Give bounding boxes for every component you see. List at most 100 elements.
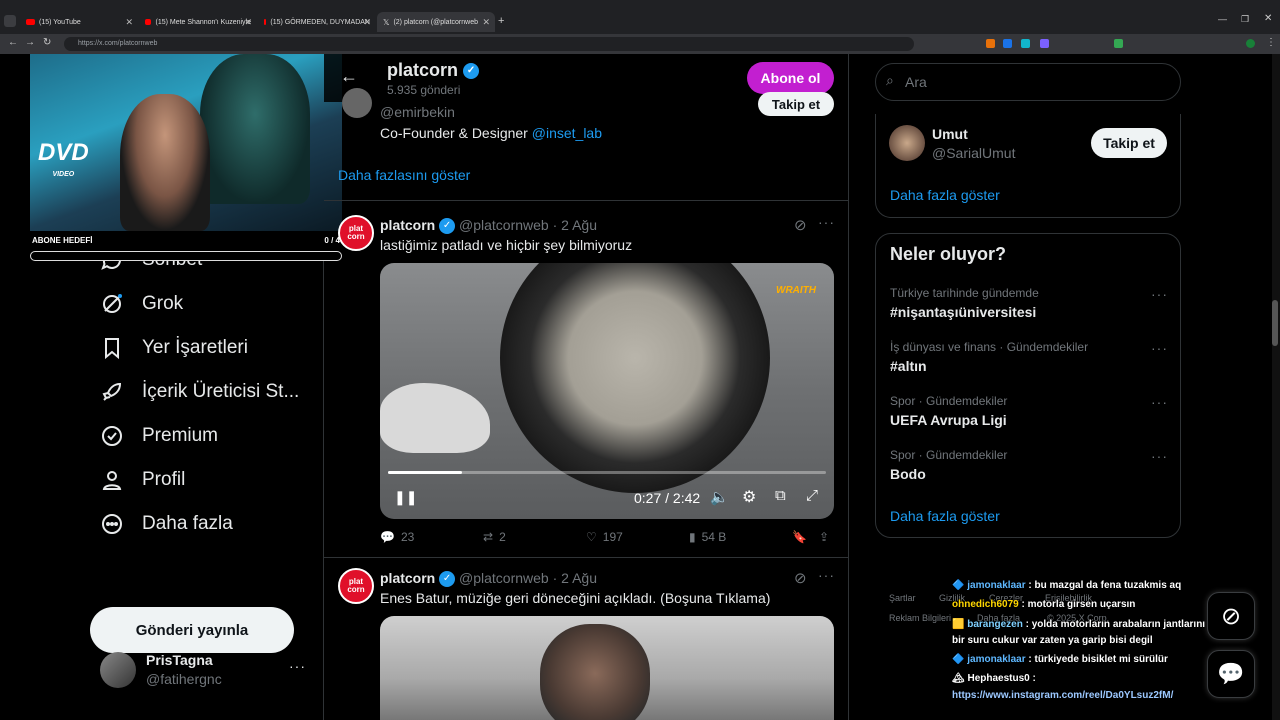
more-dots-icon[interactable]: ··· bbox=[818, 214, 835, 230]
bookmark-icon bbox=[105, 338, 119, 360]
sidebar-item-profile[interactable]: Profil bbox=[100, 468, 185, 492]
bookmark-button[interactable]: 🔖 bbox=[792, 530, 807, 544]
video-progress-fill bbox=[388, 471, 463, 474]
page-scrollbar[interactable] bbox=[1272, 54, 1280, 720]
more-dots-icon[interactable]: ··· bbox=[818, 567, 835, 583]
extension-icon[interactable] bbox=[1003, 39, 1012, 48]
trend-item[interactable]: Spor · Gündemdekiler UEFA Avrupa Ligi ··… bbox=[890, 394, 1168, 434]
show-more-link[interactable]: Daha fazlasını göster bbox=[338, 167, 470, 183]
chat-message: 🔷 jamonaklaar : türkiyede bisiklet mi sü… bbox=[952, 654, 1168, 665]
message-icon: 💬 bbox=[1217, 661, 1245, 686]
youtube-icon bbox=[145, 19, 152, 25]
trend-item[interactable]: İş dünyası ve finans · Gündemdekiler #al… bbox=[890, 340, 1168, 380]
close-icon[interactable]: ✕ bbox=[482, 17, 490, 28]
settings-gear-icon[interactable]: ⚙ bbox=[742, 487, 756, 507]
more-dots-icon[interactable]: ··· bbox=[1151, 394, 1168, 410]
sidebar-item-bookmarks[interactable]: Yer İşaretleri bbox=[100, 336, 248, 360]
back-arrow-icon[interactable]: ← bbox=[340, 66, 358, 87]
streamer-figure bbox=[120, 94, 210, 231]
tab-youtube[interactable]: (15) YouTube ✕ bbox=[20, 12, 138, 32]
like-button[interactable]: ♡ 197 bbox=[586, 530, 623, 544]
search-input[interactable]: ⌕ Ara bbox=[875, 63, 1181, 101]
address-bar[interactable]: https://x.com/platcornweb bbox=[64, 37, 914, 51]
tweet-header: platcorn ✓ @platcornweb · 2 Ağu bbox=[380, 217, 597, 235]
extension-icon[interactable] bbox=[1114, 39, 1123, 48]
menu-kebab-icon[interactable]: ⋮ bbox=[1266, 37, 1276, 48]
back-icon[interactable]: ← bbox=[8, 37, 18, 48]
suggested-name: Umut bbox=[932, 126, 968, 142]
show-more-link[interactable]: Daha fazla göster bbox=[890, 187, 1000, 203]
footer-link[interactable]: Şartlar bbox=[889, 593, 916, 603]
maximize-icon[interactable]: ❐ bbox=[1241, 14, 1249, 25]
follow-button[interactable]: Takip et bbox=[1091, 128, 1167, 158]
bookmark-icon: 🔖 bbox=[792, 530, 807, 544]
post-button[interactable]: Gönderi yayınla bbox=[90, 607, 294, 653]
new-tab-icon[interactable]: + bbox=[498, 15, 504, 27]
pause-icon[interactable]: ❚❚ bbox=[394, 489, 417, 506]
more-dots-icon[interactable]: ··· bbox=[289, 658, 306, 674]
tweet-video[interactable]: WRAITH ❚❚ 0:27 / 2:42 🔈 ⚙ ⧉ ⤢ bbox=[380, 263, 834, 519]
poster-figure bbox=[200, 54, 310, 204]
reload-icon[interactable]: ↻ bbox=[43, 37, 51, 48]
forward-icon[interactable]: → bbox=[25, 37, 35, 48]
footer-link[interactable]: Reklam Bilgileri bbox=[889, 613, 951, 623]
close-icon[interactable]: ✕ bbox=[125, 17, 133, 28]
person-photo bbox=[540, 624, 650, 720]
more-dots-icon[interactable]: ··· bbox=[1151, 340, 1168, 356]
window-close-icon[interactable]: ✕ bbox=[1264, 13, 1272, 24]
share-button[interactable]: ⇪ bbox=[819, 530, 829, 544]
extension-icon[interactable] bbox=[1040, 39, 1049, 48]
x-page: Sohbet Grok Yer İşaretleri İçerik Üretic… bbox=[0, 54, 1280, 720]
more-circle-icon bbox=[102, 514, 122, 534]
youtube-icon bbox=[264, 19, 267, 25]
tweet-image[interactable] bbox=[380, 616, 834, 720]
extension-icon[interactable] bbox=[986, 39, 995, 48]
chat-message: ohnedich6079 : motorla girsen uçarsın bbox=[952, 599, 1136, 610]
heart-icon: ♡ bbox=[586, 530, 597, 544]
fullscreen-icon[interactable]: ⤢ bbox=[806, 487, 818, 504]
platcorn-avatar: plat corn bbox=[338, 568, 374, 604]
close-icon[interactable]: ✕ bbox=[244, 17, 252, 28]
tab-gormeden[interactable]: (15) GÖRMEDEN, DUYMADAN ✕ bbox=[258, 12, 376, 32]
close-icon[interactable]: ✕ bbox=[363, 17, 371, 28]
grok-icon[interactable]: ⊘ bbox=[794, 216, 807, 234]
reply-button[interactable]: 💬 23 bbox=[380, 530, 414, 544]
tab-platcorn[interactable]: 𝕏 (2) platcorn (@platcornweb ✕ bbox=[377, 12, 495, 32]
scrollbar-thumb[interactable] bbox=[1272, 300, 1278, 346]
trends-card: Neler oluyor? Türkiye tarihinde gündemde… bbox=[875, 233, 1181, 538]
tab-mete[interactable]: (15) Mete Shannon'ı Kuzeniyle ✕ bbox=[139, 12, 257, 32]
grok-icon bbox=[103, 294, 122, 313]
minimize-icon[interactable]: — bbox=[1218, 14, 1227, 24]
sidebar-item-more[interactable]: Daha fazla bbox=[100, 512, 233, 536]
extension-icon[interactable] bbox=[1021, 39, 1030, 48]
views-button[interactable]: ▮ 54 B bbox=[689, 530, 726, 544]
trend-item[interactable]: Spor · Gündemdekiler Bodo ··· bbox=[890, 448, 1168, 488]
more-dots-icon[interactable]: ··· bbox=[1151, 448, 1168, 464]
avatar bbox=[100, 652, 136, 688]
verified-icon: ✓ bbox=[439, 571, 456, 588]
sidebar-item-creator-studio[interactable]: İçerik Üreticisi St... bbox=[100, 380, 299, 404]
webcam-overlay: DVD VIDEO bbox=[30, 54, 342, 231]
sidebar-item-premium[interactable]: Premium bbox=[100, 424, 218, 448]
search-icon: ⌕ bbox=[886, 72, 894, 88]
subscribe-button[interactable]: Abone ol bbox=[747, 62, 834, 94]
sidebar-item-grok[interactable]: Grok bbox=[100, 292, 183, 316]
pip-icon[interactable]: ⧉ bbox=[775, 487, 786, 504]
grok-icon[interactable]: ⊘ bbox=[794, 569, 807, 587]
more-dots-icon[interactable]: ··· bbox=[1151, 286, 1168, 302]
tab-search-button[interactable] bbox=[4, 15, 16, 27]
volume-icon[interactable]: 🔈 bbox=[710, 488, 729, 506]
chat-link[interactable]: https://www.instagram.com/reel/Da0YLsuz2… bbox=[952, 690, 1173, 701]
trend-item[interactable]: Türkiye tarihinde gündemde #nişantaşıüni… bbox=[890, 286, 1168, 326]
grok-float-button[interactable]: ⊘ bbox=[1207, 592, 1255, 640]
profile-avatar-icon[interactable] bbox=[1246, 39, 1255, 48]
follow-button[interactable]: Takip et bbox=[758, 92, 834, 116]
youtube-icon bbox=[26, 19, 35, 25]
bio-link[interactable]: @inset_lab bbox=[532, 125, 602, 141]
show-more-link[interactable]: Daha fazla göster bbox=[890, 508, 1000, 524]
repost-button[interactable]: ⇄ 2 bbox=[483, 530, 506, 544]
video-progress-bar[interactable] bbox=[388, 471, 826, 474]
profile-name: platcorn ✓ bbox=[387, 60, 480, 81]
tweet-text: Enes Batur, müziğe geri döneceğini açıkl… bbox=[380, 590, 771, 606]
messages-float-button[interactable]: 💬 bbox=[1207, 650, 1255, 698]
